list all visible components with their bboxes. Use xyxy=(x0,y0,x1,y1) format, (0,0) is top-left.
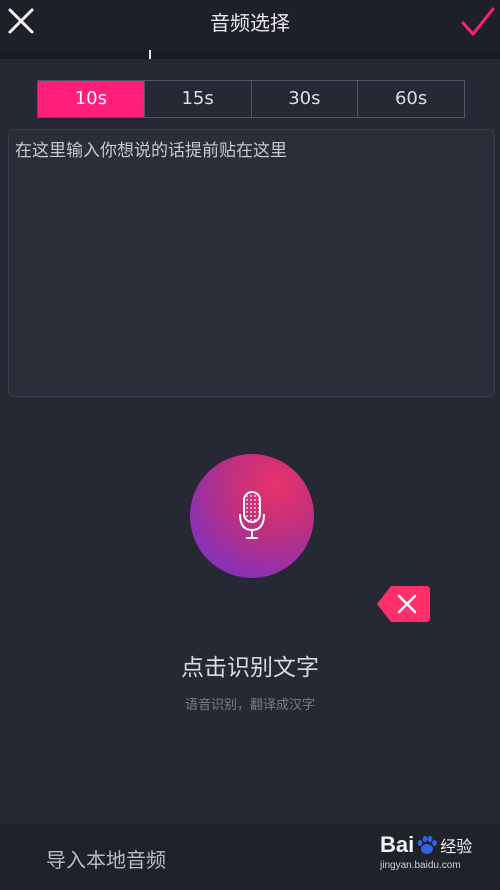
paw-icon xyxy=(417,836,438,854)
tab-30s[interactable]: 30s xyxy=(250,81,358,117)
audio-progress-marker[interactable] xyxy=(149,50,151,59)
watermark-suffix: 经验 xyxy=(440,837,473,856)
delete-icon[interactable] xyxy=(377,586,430,622)
page-title: 音频选择 xyxy=(210,11,290,35)
audio-progress-track[interactable] xyxy=(0,50,500,59)
microphone-icon xyxy=(239,491,265,539)
top-bar: 音频选择 xyxy=(0,0,500,50)
tab-60s[interactable]: 60s xyxy=(357,81,464,117)
tab-15s[interactable]: 15s xyxy=(143,81,251,117)
recognize-label: 点击识别文字 xyxy=(181,655,319,681)
watermark-brand: Bai xyxy=(380,832,415,857)
text-input-area[interactable]: 在这里输入你想说的话提前贴在这里 xyxy=(8,129,495,397)
watermark-url: jingyan.baidu.com xyxy=(380,860,461,871)
tab-10s[interactable]: 10s xyxy=(38,81,144,117)
duration-tabs: 10s 15s 30s 60s xyxy=(37,80,465,118)
record-button[interactable] xyxy=(190,454,314,578)
import-local-audio-button[interactable]: 导入本地音频 xyxy=(46,844,166,873)
baidu-watermark: Bai 经验 jingyan.baidu.com xyxy=(380,832,498,888)
check-icon[interactable] xyxy=(460,6,496,38)
recognize-hint: 语音识别，翻译成汉字 xyxy=(184,698,315,713)
